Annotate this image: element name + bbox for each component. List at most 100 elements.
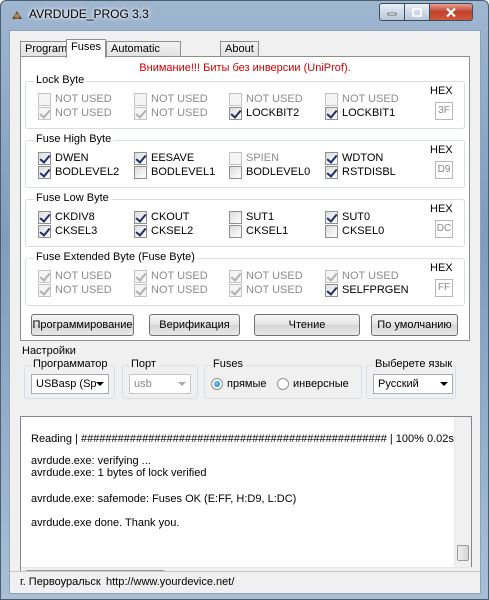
programmer-value: USBasp (Sp <box>36 378 97 390</box>
checkbox-checked-icon <box>229 283 242 297</box>
checkbox-unchecked-icon <box>325 224 338 238</box>
fuse-bit-checkbox[interactable]: CKSEL3 <box>38 224 97 238</box>
checkbox-unchecked-icon <box>38 92 51 106</box>
tab-fuses[interactable]: Fuses <box>66 39 106 58</box>
fuse-bit-checkbox[interactable]: LOCKBIT2 <box>229 106 299 120</box>
hex-value-box: 3F <box>435 102 453 120</box>
hex-label: HEX <box>430 262 453 274</box>
checkbox-checked-icon <box>325 210 338 224</box>
tab-automatic-programming[interactable]: Automatic programming <box>106 41 181 70</box>
language-value: Русский <box>378 378 419 390</box>
fuse-bit-label: CKDIV8 <box>55 211 95 223</box>
checkbox-checked-icon <box>38 269 51 283</box>
fuse-bit-checkbox[interactable]: EESAVE <box>134 151 194 165</box>
programmer-select[interactable]: USBasp (Sp <box>31 374 109 394</box>
group-title: Fuse Low Byte <box>34 192 111 204</box>
group-title: Fuse Extended Byte (Fuse Byte) <box>34 251 197 263</box>
fuse-bit-checkbox[interactable]: SELFPRGEN <box>325 283 409 297</box>
fuse-bit-label: CKSEL1 <box>246 225 289 237</box>
fuse-bit-label: SPIEN <box>246 152 280 164</box>
fuse-bit-checkbox: NOT USED <box>134 269 208 283</box>
fuse-bit-checkbox[interactable]: BODLEVEL2 <box>38 165 119 179</box>
fuse-bit-checkbox[interactable]: CKSEL1 <box>229 224 288 238</box>
radio-direct[interactable]: прямые <box>211 378 267 390</box>
checkbox-checked-icon <box>134 269 147 283</box>
fuse-bit-checkbox: NOT USED <box>229 92 303 106</box>
tab-about[interactable]: About <box>220 41 259 57</box>
fuses-mode-group: Fuses прямые инверсные <box>204 358 362 399</box>
fuse-extended-byte-group: Fuse Extended Byte (Fuse Byte) NOT USED N… <box>25 251 465 306</box>
title-bar[interactable]: AVRDUDE_PROG 3.3 <box>1 1 488 29</box>
tab-program[interactable]: Program <box>20 41 73 57</box>
settings-title: Настройки <box>22 345 76 357</box>
fuse-bit-label: NOT USED <box>151 93 208 105</box>
log-output[interactable]: Reading | ##############################… <box>20 416 472 584</box>
maximize-button[interactable] <box>404 3 430 21</box>
fuse-bit-checkbox: NOT USED <box>38 283 112 297</box>
minimize-button[interactable] <box>379 3 405 21</box>
fuse-bit-checkbox: SPIEN <box>229 151 279 165</box>
checkbox-unchecked-icon <box>325 92 338 106</box>
lock-byte-group: Lock Byte NOT USED NOT USED NOT USED NOT US… <box>25 74 465 129</box>
read-button[interactable]: Чтение <box>254 314 360 336</box>
fuse-bit-checkbox[interactable]: CKOUT <box>134 210 190 224</box>
port-value: usb <box>134 378 152 390</box>
hex-label: HEX <box>430 203 453 215</box>
checkbox-checked-icon <box>38 165 51 179</box>
fuse-bit-checkbox[interactable]: CKSEL2 <box>134 224 193 238</box>
verify-button[interactable]: Верификация <box>149 314 240 336</box>
checkbox-unchecked-icon <box>134 165 147 179</box>
status-bar: г. Первоуральск http://www.yourdevice.ne… <box>10 571 480 593</box>
fuse-bit-label: NOT USED <box>342 93 399 105</box>
checkbox-checked-icon <box>38 106 51 120</box>
fuse-bit-label: CKSEL3 <box>55 225 98 237</box>
checkbox-checked-icon <box>134 224 147 238</box>
vertical-scrollbar[interactable] <box>454 417 471 568</box>
fuse-bit-checkbox[interactable]: CKDIV8 <box>38 210 95 224</box>
hex-value-box: FF <box>435 279 453 297</box>
checkbox-checked-icon <box>134 283 147 297</box>
fuse-bit-label: SUT1 <box>246 211 275 223</box>
fuses-panel: Внимание!!! Биты без инверсии (UniProf).… <box>20 56 470 341</box>
fuse-bit-label: NOT USED <box>55 107 112 119</box>
fuse-bit-checkbox[interactable]: CKSEL0 <box>325 224 384 238</box>
chevron-down-icon <box>96 382 104 386</box>
close-button[interactable] <box>429 3 473 21</box>
radio-inverse[interactable]: инверсные <box>277 378 349 390</box>
checkbox-checked-icon <box>134 151 147 165</box>
fuse-bit-checkbox[interactable]: RSTDISBL <box>325 165 396 179</box>
checkbox-unchecked-icon <box>229 224 242 238</box>
language-select[interactable]: Русский <box>373 374 453 394</box>
port-select[interactable]: usb <box>129 374 191 394</box>
fuse-bit-label: NOT USED <box>151 270 208 282</box>
client-area: Program Fuses Automatic programming Abou… <box>9 30 481 594</box>
fuse-bit-checkbox[interactable]: LOCKBIT1 <box>325 106 395 120</box>
checkbox-checked-icon <box>325 283 338 297</box>
checkbox-checked-icon <box>134 210 147 224</box>
radio-direct-label: прямые <box>227 378 267 390</box>
scrollbar-thumb[interactable] <box>457 545 469 561</box>
fuse-bit-checkbox[interactable]: WDTON <box>325 151 383 165</box>
hex-label: HEX <box>430 144 453 156</box>
default-button[interactable]: По умолчанию <box>371 314 458 336</box>
radio-unchecked-icon <box>277 378 289 390</box>
fuse-bit-checkbox: NOT USED <box>134 106 208 120</box>
program-button[interactable]: Программирование <box>31 314 134 336</box>
status-url[interactable]: http://www.yourdevice.net/ <box>106 576 234 588</box>
fuse-bit-checkbox[interactable]: BODLEVEL1 <box>134 165 215 179</box>
fuse-bit-checkbox[interactable]: SUT1 <box>229 210 274 224</box>
fuse-bit-label: NOT USED <box>342 270 399 282</box>
fuse-bit-checkbox: NOT USED <box>325 92 399 106</box>
language-label: Выберете язык <box>373 358 455 370</box>
hex-value-box: DC <box>435 220 453 238</box>
fuse-bit-label: NOT USED <box>246 284 303 296</box>
fuse-bit-checkbox[interactable]: DWEN <box>38 151 89 165</box>
fuse-bit-label: WDTON <box>342 152 384 164</box>
fuse-bit-label: SELFPRGEN <box>342 284 409 296</box>
hex-value-box: D9 <box>435 161 453 179</box>
fuse-bit-checkbox[interactable]: SUT0 <box>325 210 370 224</box>
fuse-bit-checkbox: NOT USED <box>38 269 112 283</box>
fuse-bit-label: NOT USED <box>55 93 112 105</box>
fuse-bit-checkbox[interactable]: BODLEVEL0 <box>229 165 310 179</box>
fuse-high-byte-group: Fuse High Byte DWEN EESAVE SPIEN WDTON BODLE… <box>25 133 465 188</box>
